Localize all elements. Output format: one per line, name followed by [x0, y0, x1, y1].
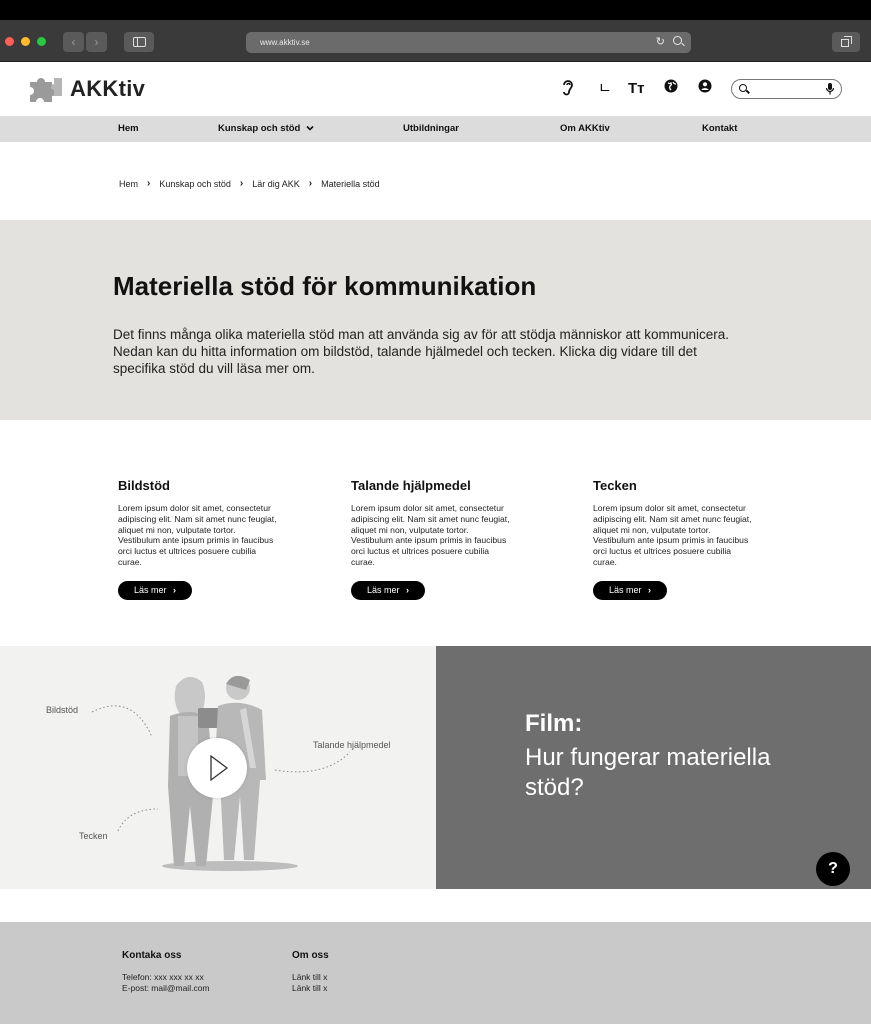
film-title: Film: — [525, 710, 583, 737]
play-icon — [210, 754, 229, 782]
chevron-right-icon: › — [173, 585, 177, 595]
label-bildstod: Bildstöd — [46, 705, 79, 715]
label-talande: Talande hjälpmedel — [313, 740, 391, 750]
site-footer: Kontaka oss Telefon: xxx xxx xx xx E-pos… — [0, 922, 871, 1024]
card-text: Lorem ipsum dolor sit amet, consectetur … — [593, 503, 752, 567]
close-window-button[interactable] — [5, 37, 14, 46]
microphone-icon[interactable] — [825, 82, 835, 96]
search-icon — [739, 84, 747, 92]
footer-email[interactable]: E-post: mail@mail.com — [122, 983, 210, 994]
film-subtitle: Hur fungerar materiella stöd? — [525, 744, 771, 801]
read-more-button[interactable]: Läs mer › — [593, 581, 667, 600]
tab-overview-button[interactable] — [832, 32, 860, 52]
breadcrumb-link[interactable]: Hem — [119, 179, 138, 189]
nav-item-om-akktiv[interactable]: Om AKKtiv — [560, 116, 610, 142]
chevron-right-icon: › — [406, 585, 410, 595]
play-button[interactable] — [187, 738, 247, 798]
footer-about: Om oss Länk till x Länk till x — [292, 950, 329, 994]
chevron-down-icon — [306, 125, 314, 131]
chevron-right-icon: › — [308, 178, 313, 189]
site-search — [731, 79, 842, 99]
breadcrumb: Hem › Kunskap och stöd › Lär dig AKK › M… — [119, 178, 380, 189]
read-more-button[interactable]: Läs mer › — [118, 581, 192, 600]
sidebar-toggle-button[interactable] — [124, 32, 154, 52]
forward-button[interactable]: › — [86, 32, 107, 52]
card-title: Talande hjälpmedel — [351, 478, 471, 493]
zoom-window-button[interactable] — [37, 37, 46, 46]
card-title: Tecken — [593, 478, 637, 493]
nav-item-kontakt[interactable]: Kontakt — [702, 116, 737, 142]
url-text: www.akktiv.se — [260, 38, 310, 47]
chevron-right-icon: › — [648, 585, 652, 595]
browser-toolbar: ‹ › www.akktiv.se ↻ — [0, 20, 871, 62]
card-bildstod: Bildstöd Lorem ipsum dolor sit amet, con… — [118, 478, 278, 600]
card-talande-hjalpmedel: Talande hjälpmedel Lorem ipsum dolor sit… — [351, 478, 511, 600]
breadcrumb-link[interactable]: Lär dig AKK — [252, 179, 300, 189]
footer-link[interactable]: Länk till x — [292, 983, 329, 994]
text-size-icon[interactable]: Tт — [628, 78, 645, 100]
user-account-icon[interactable] — [698, 78, 712, 100]
screen-top-bar — [0, 0, 871, 20]
card-text: Lorem ipsum dolor sit amet, consectetur … — [351, 503, 510, 567]
site-logo[interactable]: AKKtiv — [26, 72, 145, 106]
footer-link[interactable]: Länk till x — [292, 972, 329, 983]
main-nav: Hem Kunskap och stöd Utbildningar Om AKK… — [0, 116, 871, 142]
sidebar-icon — [133, 37, 146, 47]
nav-item-label: Kunskap och stöd — [218, 123, 301, 134]
hero-intro: Det finns många olika materiella stöd ma… — [113, 327, 730, 376]
breadcrumb-current: Materiella stöd — [321, 178, 380, 189]
hero-section: Materiella stöd för kommunikation Det fi… — [0, 220, 871, 420]
page-title: Materiella stöd för kommunikation — [113, 271, 537, 301]
search-icon[interactable] — [673, 36, 682, 45]
minimize-window-button[interactable] — [21, 37, 30, 46]
footer-phone: Telefon: xxx xxx xx xx — [122, 972, 204, 982]
nav-item-kunskap[interactable]: Kunskap och stöd — [218, 116, 314, 142]
logo-text: AKKtiv — [70, 76, 146, 101]
card-text: Lorem ipsum dolor sit amet, consectetur … — [118, 503, 277, 567]
language-globe-icon[interactable] — [664, 78, 678, 100]
card-title: Bildstöd — [118, 478, 170, 493]
breadcrumb-link[interactable]: Kunskap och stöd — [159, 179, 231, 189]
read-more-button[interactable]: Läs mer › — [351, 581, 425, 600]
help-button[interactable]: ? — [816, 852, 850, 886]
nav-item-utbildningar[interactable]: Utbildningar — [403, 116, 459, 142]
chevron-right-icon: › — [147, 178, 151, 189]
listen-ear-icon[interactable] — [561, 78, 575, 100]
nav-item-hem[interactable]: Hem — [118, 116, 139, 142]
back-button[interactable]: ‹ — [63, 32, 84, 52]
site-header: AKKtiv ㄴ Tт — [0, 62, 871, 116]
card-tecken: Tecken Lorem ipsum dolor sit amet, conse… — [593, 478, 753, 600]
film-panel: Film: Hur fungerar materiella stöd? ? — [436, 646, 871, 889]
label-tecken: Tecken — [79, 831, 108, 841]
footer-heading: Om oss — [292, 950, 329, 961]
footer-heading: Kontaka oss — [122, 950, 182, 961]
puzzle-logo-icon — [30, 78, 62, 102]
sign-language-icon[interactable]: ㄴ — [598, 78, 612, 100]
video-illustration: Bildstöd Talande hjälpmedel Tecken — [0, 646, 436, 889]
address-bar[interactable]: www.akktiv.se ↻ — [246, 32, 691, 53]
footer-contact: Kontaka oss Telefon: xxx xxx xx xx E-pos… — [122, 950, 210, 994]
search-input[interactable] — [752, 82, 822, 96]
reload-icon[interactable]: ↻ — [656, 32, 665, 53]
chevron-right-icon: › — [239, 178, 244, 189]
